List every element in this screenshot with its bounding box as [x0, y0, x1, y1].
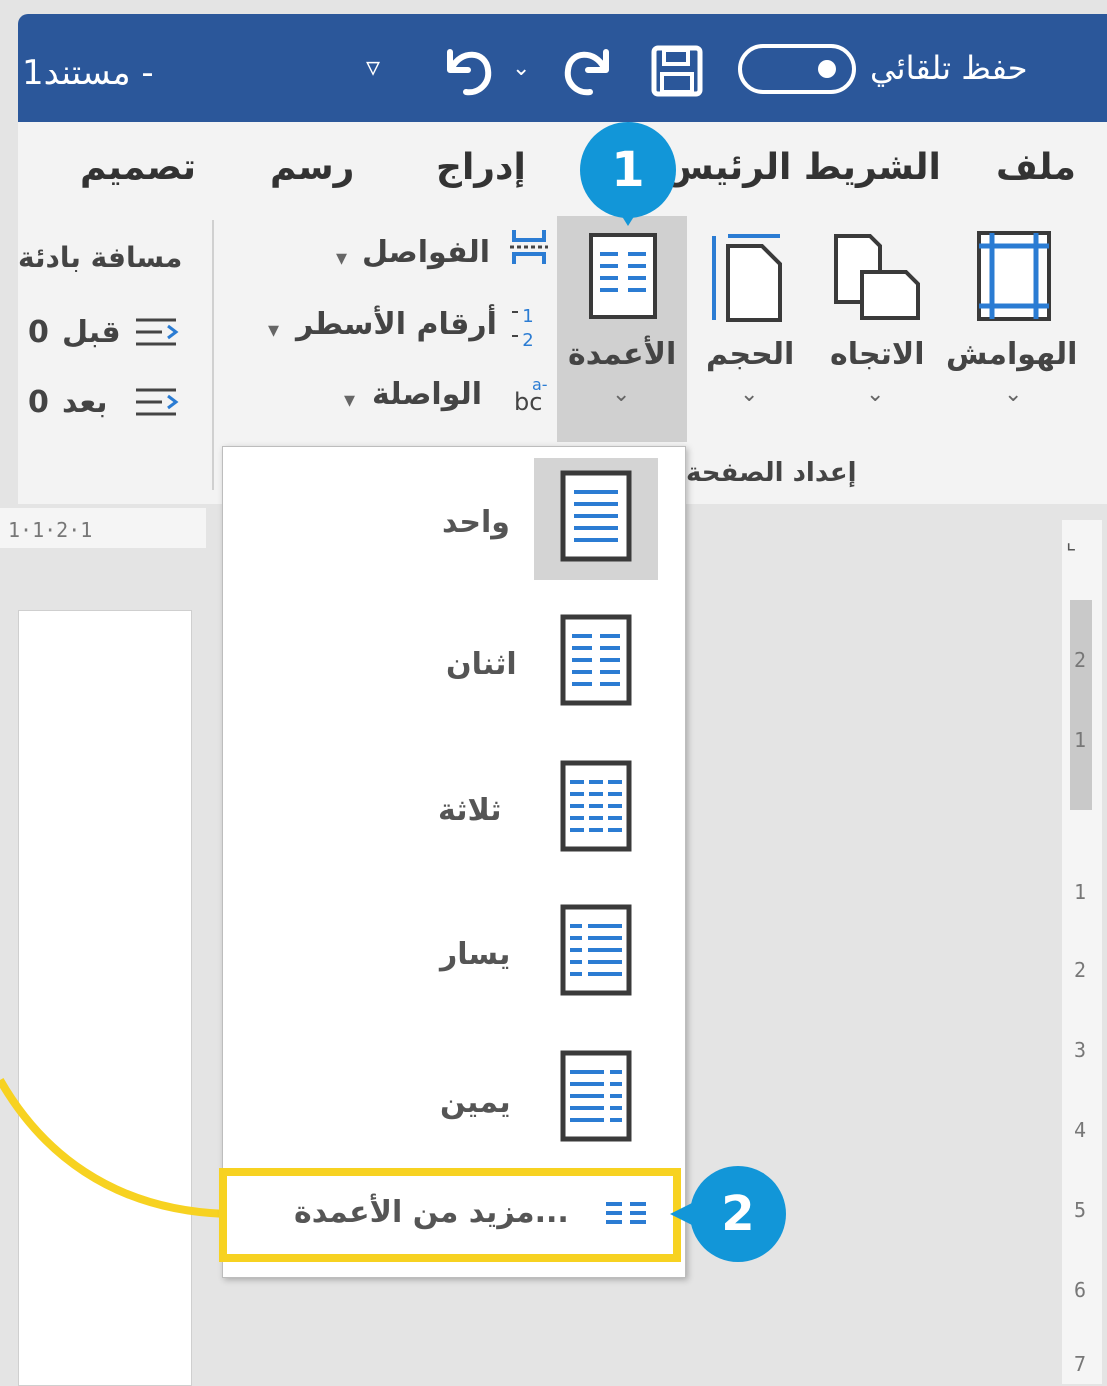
svg-text:a-: a-: [532, 375, 548, 394]
column-right-icon[interactable]: [560, 1050, 632, 1142]
undo-icon[interactable]: [436, 40, 496, 102]
hyphenation-dropdown-icon[interactable]: ▾: [344, 390, 355, 412]
after-label: بعد: [62, 385, 108, 420]
margins-icon: [976, 230, 1052, 326]
size-dropdown-icon[interactable]: ⌄: [740, 384, 758, 406]
columns-label: الأعمدة: [568, 337, 677, 372]
columns-dropdown-icon: ⌄: [612, 382, 631, 407]
autosave-label: حفظ تلقائي: [870, 49, 1028, 87]
orientation-label[interactable]: الاتجاه: [830, 340, 924, 370]
spacing-label: مسافة بادئة: [18, 241, 183, 274]
step-1-callout: 1: [580, 122, 676, 226]
tab-selector-icon[interactable]: ⌞: [1066, 530, 1076, 555]
after-value[interactable]: 0: [28, 388, 49, 418]
tab-insert[interactable]: إدراج: [436, 150, 526, 186]
breaks-label[interactable]: الفواصل: [362, 238, 490, 268]
column-left-icon[interactable]: [560, 904, 632, 996]
vertical-ruler: 2 1 1 2 3 4 5 6 7: [1062, 520, 1102, 1384]
hyphenation-label[interactable]: الواصلة: [372, 380, 482, 410]
quick-access-customize-icon[interactable]: ▿: [366, 50, 380, 83]
margins-label[interactable]: الهوامش: [946, 340, 1077, 370]
tab-design[interactable]: تصميم: [80, 150, 196, 186]
redo-icon[interactable]: [560, 40, 620, 102]
column-option-right[interactable]: يمين: [440, 1088, 511, 1118]
step-1-badge: 1: [580, 122, 676, 218]
tab-draw[interactable]: رسم: [270, 150, 354, 186]
document-page[interactable]: [18, 610, 192, 1386]
ruler-mark: 1: [1074, 728, 1087, 752]
document-title: مستند1 -: [22, 53, 154, 93]
toggle-knob: [818, 60, 836, 78]
ruler-mark: 7: [1074, 1352, 1087, 1376]
ruler-marks: 1·1·2·1: [8, 518, 93, 542]
size-label[interactable]: الحجم: [706, 340, 794, 370]
ruler-mark: 2: [1074, 958, 1087, 982]
size-icon: [708, 232, 788, 328]
ruler-mark: 6: [1074, 1278, 1087, 1302]
column-option-two[interactable]: اثنان: [446, 650, 517, 680]
ruler-margin-shade: [1070, 600, 1092, 810]
before-value[interactable]: 0: [28, 318, 49, 348]
columns-mini-icon: [604, 1198, 648, 1232]
ruler-mark: 5: [1074, 1198, 1087, 1222]
ruler-mark: 3: [1074, 1038, 1087, 1062]
line-numbers-icon: 12: [510, 302, 546, 354]
undo-dropdown-icon[interactable]: ⌄: [512, 56, 530, 81]
line-numbers-label[interactable]: أرقام الأسطر: [296, 310, 497, 340]
column-three-icon[interactable]: [560, 760, 632, 852]
before-label: قبل: [62, 315, 121, 350]
step-2-badge: 2: [690, 1166, 786, 1262]
tab-home[interactable]: الشريط الرئيس: [664, 150, 941, 186]
autosave-toggle[interactable]: [738, 44, 856, 94]
orientation-dropdown-icon[interactable]: ⌄: [866, 384, 884, 406]
svg-text:2: 2: [522, 330, 533, 350]
orientation-icon: [832, 232, 922, 326]
column-one-icon[interactable]: [560, 470, 632, 562]
more-columns-label[interactable]: مزيد من الأعمدة...: [294, 1198, 569, 1228]
horizontal-ruler: 1·1·2·1: [0, 508, 206, 548]
spacing-before-icon: [132, 314, 180, 356]
column-option-three[interactable]: ثلاثة: [438, 796, 502, 826]
breaks-dropdown-icon[interactable]: ▾: [336, 248, 347, 270]
hyphenation-icon: bc a-: [510, 372, 550, 420]
breaks-icon: [508, 226, 550, 272]
ruler-mark: 4: [1074, 1118, 1087, 1142]
columns-icon: [588, 232, 658, 324]
callout-curve: [0, 1078, 227, 1218]
column-two-icon[interactable]: [560, 614, 632, 706]
svg-text:1: 1: [522, 306, 533, 327]
ruler-mark: 2: [1074, 648, 1087, 672]
line-numbers-dropdown-icon[interactable]: ▾: [268, 320, 279, 342]
save-icon[interactable]: [650, 44, 704, 102]
ruler-mark: 1: [1074, 880, 1087, 904]
spacing-after-icon: [132, 384, 180, 426]
column-option-left[interactable]: يسار: [440, 940, 510, 970]
margins-dropdown-icon[interactable]: ⌄: [1004, 384, 1022, 406]
step-2-callout: 2: [670, 1166, 786, 1262]
page-setup-group-label: إعداد الصفحة: [686, 458, 857, 488]
ribbon-group-divider: [212, 220, 214, 490]
tab-file[interactable]: ملف: [996, 150, 1076, 186]
column-option-one[interactable]: واحد: [442, 508, 510, 538]
